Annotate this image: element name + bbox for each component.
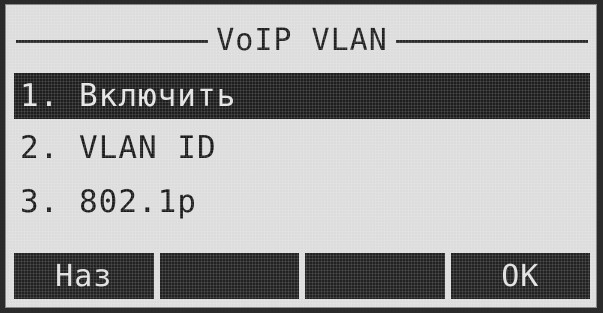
lcd-screen: VoIP VLAN 1. Включить 2. VLAN ID 3. 802.… [5,4,597,308]
softkey-back[interactable]: Наз [14,253,154,299]
menu-item-vlan-id[interactable]: 2. VLAN ID [14,123,590,173]
title-bar: VoIP VLAN [16,23,588,59]
softkey-2[interactable] [159,253,299,299]
menu-item-802-1p[interactable]: 3. 802.1p [14,177,590,227]
menu-list: 1. Включить 2. VLAN ID 3. 802.1p [14,73,590,227]
softkey-3[interactable] [305,253,445,299]
menu-item-enable[interactable]: 1. Включить [14,73,590,119]
title-rule-right [395,39,588,43]
screen-title: VoIP VLAN [216,23,388,58]
title-rule-left [16,39,209,43]
softkey-ok[interactable]: OK [450,253,590,299]
softkey-bar: Наз OK [14,253,590,299]
device-bezel: VoIP VLAN 1. Включить 2. VLAN ID 3. 802.… [0,0,603,313]
